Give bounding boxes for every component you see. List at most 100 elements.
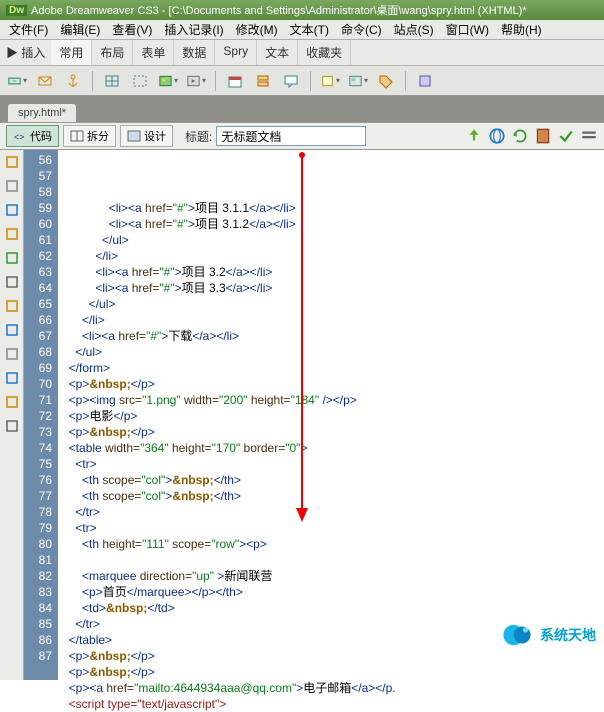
menu-item[interactable]: 窗口(W) [441,19,494,40]
hyperlink-icon[interactable]: ▾ [6,70,28,92]
design-view-button[interactable]: 设计 [120,125,173,147]
design-view-label: 设计 [144,128,166,144]
pin-icon[interactable] [4,178,20,194]
media-icon[interactable]: ▾ [185,70,207,92]
tag-icon[interactable] [375,70,397,92]
list-icon[interactable] [4,346,20,362]
code-line[interactable]: <tr> [62,520,604,536]
email-icon[interactable] [34,70,56,92]
code-view-button[interactable]: <> 代码 [6,125,59,147]
align-icon[interactable] [4,418,20,434]
check-icon[interactable] [557,127,575,145]
code-line[interactable]: </li> [62,312,604,328]
code-line[interactable]: <tr> [62,456,604,472]
menu-item[interactable]: 命令(C) [336,19,387,40]
code-line[interactable]: <script type="text/javascript"> [62,696,604,712]
anchor-icon[interactable] [62,70,84,92]
code-line[interactable]: </ul> [62,296,604,312]
split-view-label: 拆分 [87,128,109,144]
code-line[interactable]: <p>&nbsp;</p> [62,376,604,392]
code-line[interactable]: <li><a href="#">项目 3.2</a></li> [62,264,604,280]
browser-icon[interactable] [488,127,506,145]
date-icon[interactable] [224,70,246,92]
bolt-icon[interactable] [4,298,20,314]
line-numbers: 5657585960616263646566676869707172737475… [24,150,58,680]
menu-item[interactable]: 查看(V) [107,19,157,40]
image-icon[interactable]: ▾ [157,70,179,92]
hash-icon[interactable] [4,202,20,218]
options-icon[interactable] [580,127,598,145]
menu-item[interactable]: 修改(M) [231,19,283,40]
book-icon[interactable] [534,127,552,145]
insert-toolbar: ▾ ▾ ▾ ▾ ▾ [0,66,604,96]
page-title-input[interactable] [216,126,366,146]
document-toolbar: <> 代码 拆分 设计 标题: [0,122,604,150]
code-line[interactable]: </tr> [62,504,604,520]
menu-item[interactable]: 编辑(E) [55,19,105,40]
watermark: 系统天地 [500,618,596,652]
app-logo: Dw [6,5,27,16]
insert-tab[interactable]: 文本 [257,40,298,65]
insert-expand[interactable]: ▶ 插入 [0,44,51,61]
code-line[interactable]: <p>&nbsp;</p> [62,424,604,440]
menu-bar: 文件(F)编辑(E)查看(V)插入记录(I)修改(M)文本(T)命令(C)站点(… [0,20,604,40]
server-icon[interactable] [252,70,274,92]
star-icon[interactable] [4,226,20,242]
code-line[interactable]: <p>电影</p> [62,408,604,424]
menu-item[interactable]: 文本(T) [285,19,334,40]
insert-tab[interactable]: 布局 [92,40,133,65]
code-editor: 5657585960616263646566676869707172737475… [0,150,604,680]
code-line[interactable]: </ul> [62,344,604,360]
code-line[interactable]: </li> [62,248,604,264]
refresh-icon[interactable] [511,127,529,145]
grid-icon[interactable] [4,370,20,386]
document-tab[interactable]: spry.html* [8,104,76,122]
code-line[interactable]: <li><a href="#">项目 3.3</a></li> [62,280,604,296]
code-area[interactable]: <li><a href="#">项目 3.1.1</a></li> <li><a… [58,150,604,680]
split-view-button[interactable]: 拆分 [63,125,116,147]
svg-text:<>: <> [14,132,25,142]
upload-icon[interactable] [465,127,483,145]
menu-item[interactable]: 帮助(H) [496,19,547,40]
pencil-icon[interactable] [4,394,20,410]
menu-item[interactable]: 文件(F) [4,19,53,40]
code-line[interactable]: <th scope="col">&nbsp;</th> [62,472,604,488]
paren-icon[interactable] [4,274,20,290]
menu-item[interactable]: 插入记录(I) [159,19,228,40]
insert-tab[interactable]: Spry [215,40,257,65]
code-line[interactable]: <p><img src="1.png" width="200" height="… [62,392,604,408]
div-icon[interactable] [129,70,151,92]
code-line[interactable]: <p>&nbsp;</p> [62,664,604,680]
code-line[interactable]: <td>&nbsp;</td> [62,600,604,616]
watermark-text: 系统天地 [540,625,596,645]
code-line[interactable]: <th height="111" scope="row"><p> [62,536,604,552]
table-icon[interactable] [101,70,123,92]
comment-icon[interactable] [280,70,302,92]
insert-tab[interactable]: 数据 [174,40,215,65]
insert-tab[interactable]: 表单 [133,40,174,65]
code-line[interactable]: <marquee direction="up" >新闻联营 [62,568,604,584]
code-line[interactable]: <p><a href="mailto:4644934aaa@qq.com">电子… [62,680,604,696]
insert-tab[interactable]: 常用 [51,40,92,65]
insert-tab[interactable]: 收藏夹 [298,40,351,65]
menu-item[interactable]: 站点(S) [389,19,439,40]
search-icon[interactable] [4,322,20,338]
insert-bar: ▶ 插入 常用布局表单数据Spry文本收藏夹 [0,40,604,66]
code-line[interactable]: <li><a href="#">下载</a></li> [62,328,604,344]
code-view-label: 代码 [30,128,52,144]
code-line[interactable]: </ul> [62,232,604,248]
brace-icon[interactable] [4,250,20,266]
code-line[interactable]: <li><a href="#">项目 3.1.2</a></li> [62,216,604,232]
editor-toolbar [0,150,24,680]
code-line[interactable]: <li><a href="#">项目 3.1.1</a></li> [62,200,604,216]
code-line[interactable]: <p>首页</marquee></p></th> [62,584,604,600]
code-line[interactable]: </form> [62,360,604,376]
open-icon[interactable] [4,154,20,170]
script-icon[interactable]: ▾ [319,70,341,92]
window-title: Adobe Dreamweaver CS3 - [C:\Documents an… [31,2,527,18]
widget-icon[interactable] [414,70,436,92]
code-line[interactable] [62,552,604,568]
code-line[interactable]: <table width="364" height="170" border="… [62,440,604,456]
template-icon[interactable]: ▾ [347,70,369,92]
code-line[interactable]: <th scope="col">&nbsp;</th> [62,488,604,504]
